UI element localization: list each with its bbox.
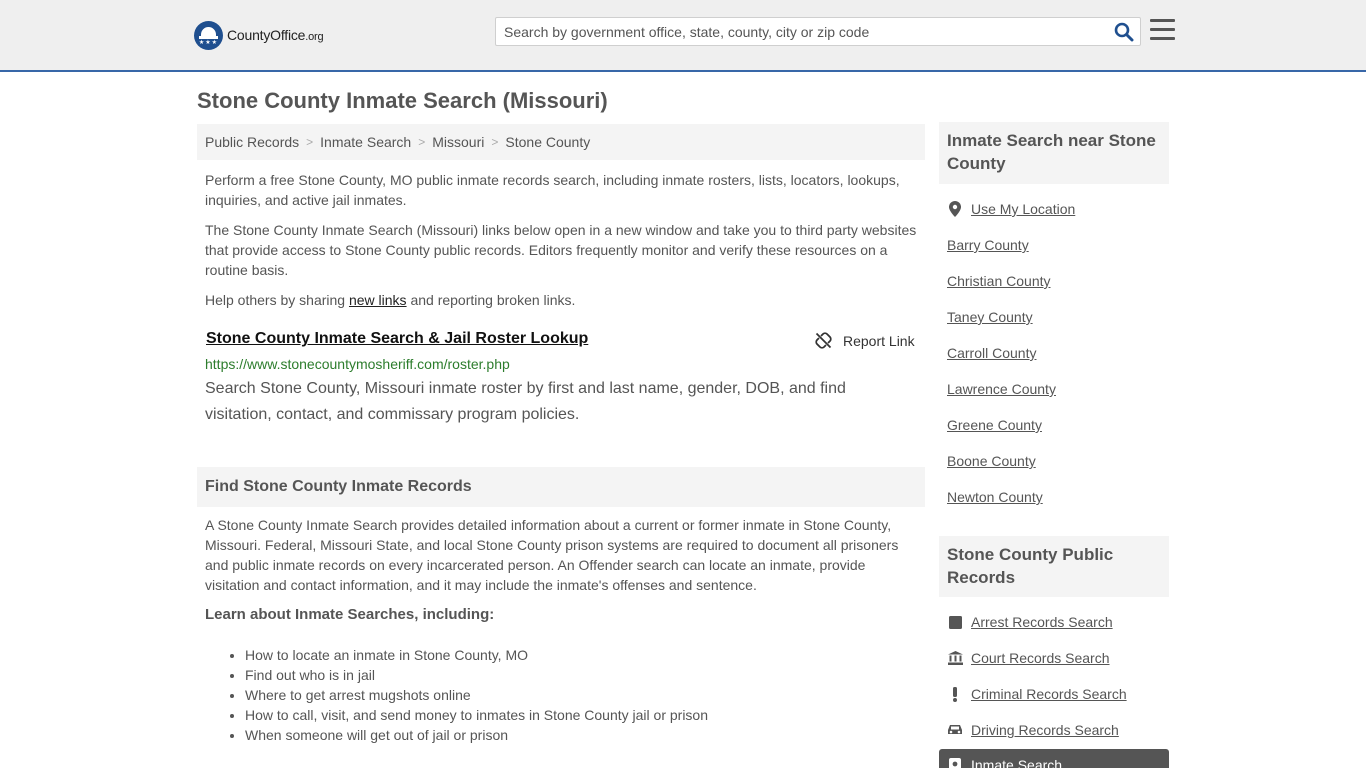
- list-item: How to call, visit, and send money to in…: [245, 705, 708, 725]
- result-url: https://www.stonecountymosheriff.com/ros…: [205, 356, 510, 372]
- sidebar-item-carroll-county[interactable]: Carroll County: [947, 345, 1036, 361]
- share-links-paragraph: Help others by sharing new links and rep…: [205, 290, 920, 310]
- breadcrumb-separator: >: [491, 135, 499, 149]
- sidebar-item-label: Criminal Records Search: [971, 686, 1127, 702]
- search-button[interactable]: [1114, 22, 1134, 42]
- sidebar-item-driving-records[interactable]: Driving Records Search: [947, 722, 1119, 738]
- sidebar-item-taney-county[interactable]: Taney County: [947, 309, 1033, 325]
- breadcrumb-stone-county[interactable]: Stone County: [505, 134, 590, 150]
- learn-list: How to locate an inmate in Stone County,…: [245, 645, 708, 745]
- car-icon: [947, 722, 963, 738]
- capitol-logo-icon: ★★★: [194, 20, 223, 50]
- sidebar-item-label: Driving Records Search: [971, 722, 1119, 738]
- square-icon: [947, 614, 963, 630]
- sidebar-item-label: Inmate Search: [971, 757, 1063, 768]
- list-item: How to locate an inmate in Stone County,…: [245, 645, 708, 665]
- sidebar-item-lawrence-county[interactable]: Lawrence County: [947, 381, 1056, 397]
- report-link-button[interactable]: Report Link: [815, 332, 915, 349]
- sidebar-item-inmate-search-active[interactable]: Inmate Search: [939, 749, 1169, 768]
- breadcrumb-separator: >: [306, 135, 314, 149]
- search-input[interactable]: [496, 18, 1106, 45]
- sidebar-item-label: Arrest Records Search: [971, 614, 1113, 630]
- sidebar-item-barry-county[interactable]: Barry County: [947, 237, 1029, 253]
- report-link-label: Report Link: [843, 332, 915, 349]
- breadcrumb-separator: >: [418, 135, 426, 149]
- hamburger-menu-icon[interactable]: [1150, 19, 1175, 41]
- sidebar-nearby-heading: Inmate Search near Stone County: [939, 122, 1169, 184]
- list-item: Find out who is in jail: [245, 665, 708, 685]
- sidebar-item-boone-county[interactable]: Boone County: [947, 453, 1036, 469]
- sidebar-item-court-records[interactable]: Court Records Search: [947, 650, 1110, 666]
- breadcrumb-public-records[interactable]: Public Records: [205, 134, 299, 150]
- intro-paragraph: Perform a free Stone County, MO public i…: [205, 172, 900, 208]
- disclaimer-paragraph: The Stone County Inmate Search (Missouri…: [205, 222, 917, 278]
- logo-brand: CountyOffice: [227, 27, 306, 43]
- map-marker-icon: [947, 201, 963, 217]
- sidebar-item-arrest-records[interactable]: Arrest Records Search: [947, 614, 1113, 630]
- top-header: ★★★ CountyOffice.org: [0, 0, 1366, 72]
- result-description: Search Stone County, Missouri inmate ros…: [205, 380, 846, 423]
- result-title-link[interactable]: Stone County Inmate Search & Jail Roster…: [206, 330, 588, 348]
- list-item: Where to get arrest mugshots online: [245, 685, 708, 705]
- broken-link-icon: [815, 332, 832, 349]
- sidebar-item-label: Court Records Search: [971, 650, 1110, 666]
- new-links-link[interactable]: new links: [349, 292, 407, 308]
- sidebar-item-criminal-records[interactable]: Criminal Records Search: [947, 686, 1127, 702]
- list-item: When someone will get out of jail or pri…: [245, 725, 708, 745]
- share-text-after: and reporting broken links.: [406, 292, 576, 308]
- sidebar-item-christian-county[interactable]: Christian County: [947, 273, 1051, 289]
- breadcrumb-missouri[interactable]: Missouri: [432, 134, 484, 150]
- logo-tld: .org: [305, 31, 324, 43]
- search-bar: [495, 17, 1141, 46]
- exclamation-icon: [947, 686, 963, 702]
- sidebar-item-inmate-search[interactable]: Inmate Search: [947, 757, 1062, 768]
- sidebar-item-greene-county[interactable]: Greene County: [947, 417, 1042, 433]
- use-my-location-label: Use My Location: [971, 201, 1076, 217]
- page-title: Stone County Inmate Search (Missouri): [197, 88, 608, 113]
- site-logo[interactable]: ★★★ CountyOffice.org: [194, 20, 324, 50]
- sidebar-records-heading: Stone County Public Records: [939, 536, 1169, 597]
- find-records-heading: Find Stone County Inmate Records: [197, 467, 925, 507]
- share-text-before: Help others by sharing: [205, 292, 349, 308]
- breadcrumb-inmate-search[interactable]: Inmate Search: [320, 134, 411, 150]
- find-records-paragraph: A Stone County Inmate Search provides de…: [205, 517, 899, 593]
- sidebar-item-newton-county[interactable]: Newton County: [947, 489, 1043, 505]
- breadcrumb: Public Records > Inmate Search > Missour…: [197, 124, 925, 160]
- use-my-location-link[interactable]: Use My Location: [947, 201, 1075, 217]
- learn-heading: Learn about Inmate Searches, including:: [205, 606, 495, 623]
- logo-text: CountyOffice.org: [227, 27, 324, 43]
- search-icon: [1114, 22, 1134, 42]
- courthouse-icon: [947, 650, 963, 666]
- badge-icon: [947, 757, 963, 768]
